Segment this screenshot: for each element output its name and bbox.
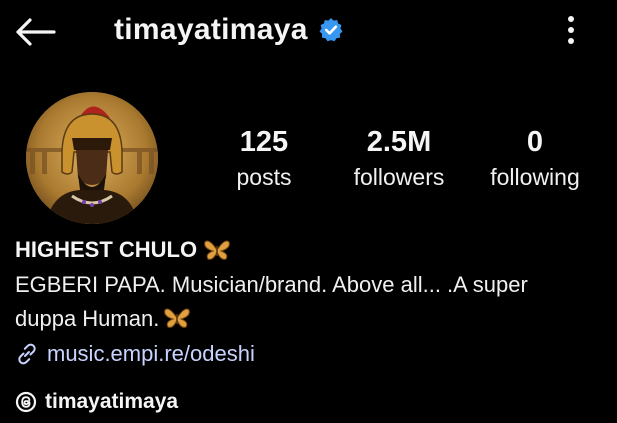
bio-link-text[interactable]: music.empi.re/odeshi <box>47 337 255 371</box>
more-vertical-icon <box>568 16 574 44</box>
butterfly-icon <box>204 240 230 260</box>
following-stat[interactable]: 0 following <box>480 124 590 194</box>
more-options-button[interactable] <box>556 12 586 48</box>
bio-text: EGBERI PAPA. Musician/brand. Above all..… <box>15 268 605 336</box>
link-icon <box>18 343 36 365</box>
threads-badge[interactable]: timayatimaya <box>15 390 178 414</box>
posts-stat[interactable]: 125 posts <box>224 124 304 194</box>
avatar-illustration <box>26 92 158 224</box>
profile-avatar[interactable] <box>26 92 158 224</box>
threads-icon <box>15 391 37 413</box>
profile-bio: HIGHEST CHULO EGBERI PAPA. Musician/bran… <box>15 232 605 371</box>
profile-stats: 125 posts 2.5M followers 0 following <box>210 124 605 204</box>
arrow-left-icon <box>16 18 56 46</box>
display-name-line: HIGHEST CHULO <box>15 232 605 268</box>
display-name: HIGHEST CHULO <box>15 237 198 262</box>
back-button[interactable] <box>12 14 58 50</box>
posts-count: 125 <box>239 126 289 158</box>
bio-line-2-wrap: duppa Human. <box>15 302 605 336</box>
verified-badge-icon <box>318 17 344 43</box>
profile-username-header: timayatimaya <box>114 8 344 52</box>
posts-label: posts <box>236 164 292 190</box>
butterfly-icon <box>164 308 191 328</box>
bio-line-2: duppa Human. <box>15 306 160 331</box>
threads-handle[interactable]: timayatimaya <box>45 390 178 414</box>
followers-count: 2.5M <box>366 126 432 158</box>
followers-label: followers <box>353 164 445 190</box>
following-count: 0 <box>526 126 544 158</box>
following-label: following <box>490 164 580 190</box>
top-bar: timayatimaya <box>0 0 617 62</box>
followers-stat[interactable]: 2.5M followers <box>344 124 454 194</box>
bio-link[interactable]: music.empi.re/odeshi <box>15 337 605 371</box>
username-title: timayatimaya <box>114 13 308 46</box>
bio-line-1: EGBERI PAPA. Musician/brand. Above all..… <box>15 272 528 297</box>
